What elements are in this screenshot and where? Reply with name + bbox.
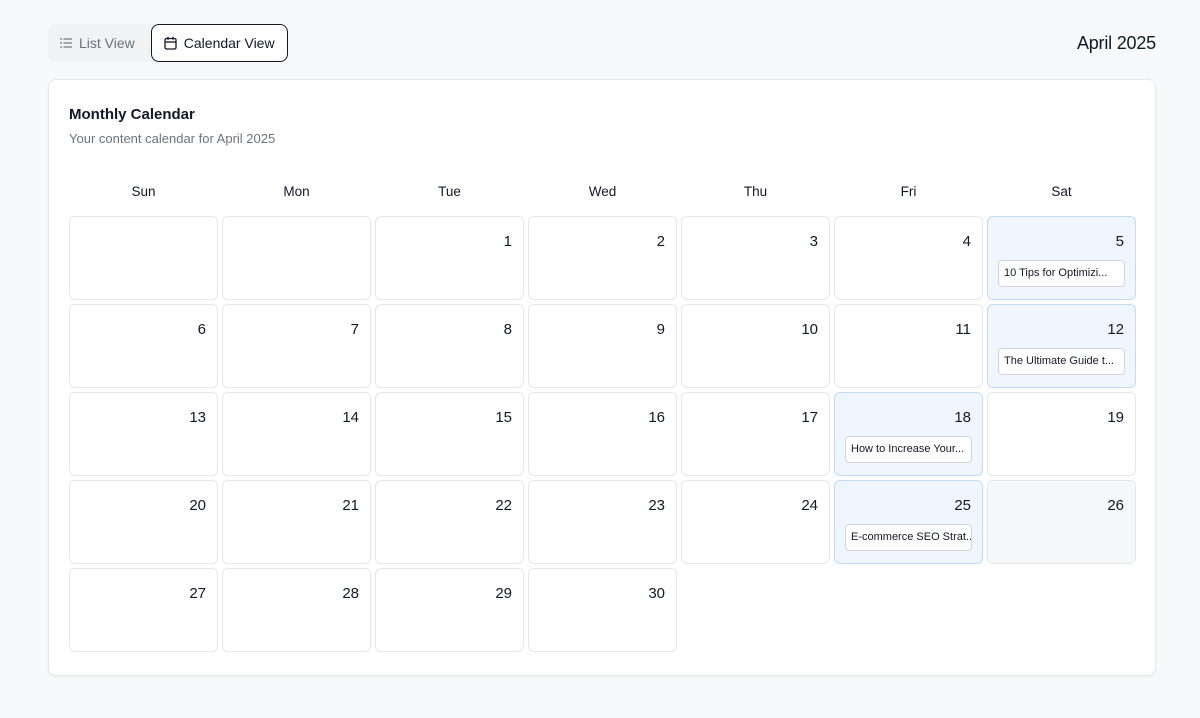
weekday-wed: Wed: [588, 184, 617, 199]
day-number: 16: [648, 409, 665, 426]
calendar-day-10[interactable]: 10: [681, 304, 830, 388]
calendar-day-1[interactable]: 1: [375, 216, 524, 300]
calendar-day-30[interactable]: 30: [528, 568, 677, 652]
day-number: 9: [656, 321, 665, 338]
day-number: 29: [495, 585, 512, 602]
calendar-blank-cell: [987, 568, 1136, 652]
calendar-day-23[interactable]: 23: [528, 480, 677, 564]
scheduled-post[interactable]: E-commerce SEO Strat...: [845, 524, 972, 551]
tab-list-view[interactable]: List View: [48, 24, 147, 62]
scheduled-post[interactable]: How to Increase Your...: [845, 436, 972, 463]
weekday-thu: Thu: [743, 184, 768, 199]
day-number: 25: [954, 497, 971, 514]
weekday-fri: Fri: [900, 184, 917, 199]
day-number: 18: [954, 409, 971, 426]
scheduled-post[interactable]: The Ultimate Guide t...: [998, 348, 1125, 375]
tab-calendar-view[interactable]: Calendar View: [150, 24, 288, 62]
day-number: 20: [189, 497, 206, 514]
calendar-grid: 1 2 3 4 5 10 Tips for Optimizi... 6 7 8 …: [69, 216, 1136, 652]
weekday-mon: Mon: [283, 184, 310, 199]
calendar-day-28[interactable]: 28: [222, 568, 371, 652]
calendar-card: Monthly Calendar Your content calendar f…: [48, 79, 1156, 676]
calendar-day-4[interactable]: 4: [834, 216, 983, 300]
calendar-day-6[interactable]: 6: [69, 304, 218, 388]
day-number: 15: [495, 409, 512, 426]
calendar-day-8[interactable]: 8: [375, 304, 524, 388]
calendar-day-21[interactable]: 21: [222, 480, 371, 564]
day-number: 1: [503, 233, 512, 250]
calendar-day-2[interactable]: 2: [528, 216, 677, 300]
day-number: 28: [342, 585, 359, 602]
calendar-empty-cell: [69, 216, 218, 300]
calendar-day-3[interactable]: 3: [681, 216, 830, 300]
day-number: 27: [189, 585, 206, 602]
day-number: 2: [656, 233, 665, 250]
day-number: 7: [350, 321, 359, 338]
calendar-day-13[interactable]: 13: [69, 392, 218, 476]
calendar-day-17[interactable]: 17: [681, 392, 830, 476]
day-number: 14: [342, 409, 359, 426]
tab-calendar-view-label: Calendar View: [183, 35, 275, 51]
day-number: 17: [801, 409, 818, 426]
calendar-day-15[interactable]: 15: [375, 392, 524, 476]
calendar-empty-cell: [222, 216, 371, 300]
calendar-day-18[interactable]: 18 How to Increase Your...: [834, 392, 983, 476]
calendar-day-12[interactable]: 12 The Ultimate Guide t...: [987, 304, 1136, 388]
calendar-day-14[interactable]: 14: [222, 392, 371, 476]
calendar-day-11[interactable]: 11: [834, 304, 983, 388]
weekday-tue: Tue: [438, 184, 461, 199]
day-number: 26: [1107, 497, 1124, 514]
day-number: 30: [648, 585, 665, 602]
day-number: 19: [1107, 409, 1124, 426]
calendar-day-27[interactable]: 27: [69, 568, 218, 652]
list-icon: [60, 38, 72, 48]
weekday-sat: Sat: [1051, 184, 1072, 199]
day-number: 4: [962, 233, 971, 250]
day-number: 5: [1115, 233, 1124, 250]
day-number: 11: [955, 321, 971, 338]
scheduled-post[interactable]: 10 Tips for Optimizi...: [998, 260, 1125, 287]
day-number: 12: [1107, 321, 1124, 338]
calendar-day-19[interactable]: 19: [987, 392, 1136, 476]
top-bar: List View Calendar View April 2025: [48, 24, 1156, 62]
day-number: 13: [189, 409, 206, 426]
calendar-icon: [164, 36, 177, 50]
day-number: 21: [342, 497, 359, 514]
weekday-header: Sun Mon Tue Wed Thu Fri Sat: [69, 184, 1136, 199]
weekday-sun: Sun: [131, 184, 156, 199]
calendar-day-7[interactable]: 7: [222, 304, 371, 388]
calendar-day-24[interactable]: 24: [681, 480, 830, 564]
card-title: Monthly Calendar: [69, 106, 195, 123]
calendar-day-29[interactable]: 29: [375, 568, 524, 652]
calendar-day-25[interactable]: 25 E-commerce SEO Strat...: [834, 480, 983, 564]
day-number: 24: [801, 497, 818, 514]
day-number: 3: [809, 233, 818, 250]
calendar-day-5[interactable]: 5 10 Tips for Optimizi...: [987, 216, 1136, 300]
calendar-day-9[interactable]: 9: [528, 304, 677, 388]
card-subtitle: Your content calendar for April 2025: [69, 131, 276, 146]
day-number: 6: [197, 321, 206, 338]
view-toggle: List View Calendar View: [48, 24, 288, 62]
day-number: 8: [503, 321, 512, 338]
calendar-day-22[interactable]: 22: [375, 480, 524, 564]
calendar-day-20[interactable]: 20: [69, 480, 218, 564]
calendar-blank-cell: [681, 568, 830, 652]
tab-list-view-label: List View: [79, 35, 135, 51]
day-number: 10: [801, 321, 818, 338]
day-number: 23: [648, 497, 665, 514]
month-title: April 2025: [1076, 32, 1156, 53]
calendar-day-16[interactable]: 16: [528, 392, 677, 476]
calendar-blank-cell: [834, 568, 983, 652]
day-number: 22: [495, 497, 512, 514]
calendar-day-26[interactable]: 26: [987, 480, 1136, 564]
